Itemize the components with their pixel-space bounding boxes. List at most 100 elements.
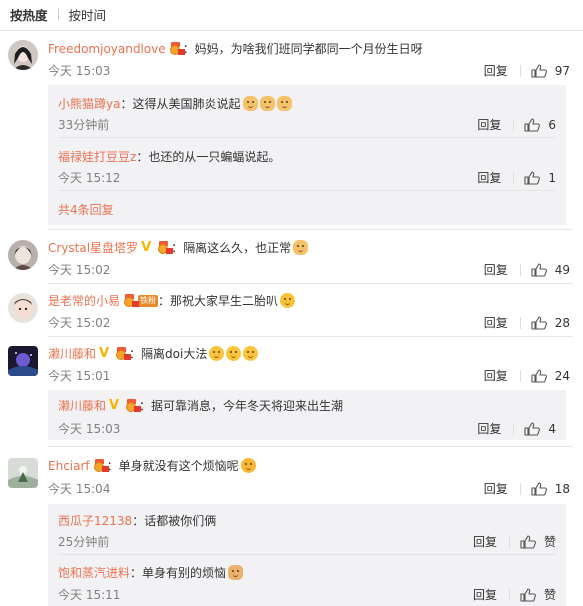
- doge-emoji-icon: [293, 240, 309, 255]
- comment-actions: 回复 97: [484, 62, 570, 79]
- reply-list: 西瓜子12138 ： 话都被你们俩 25分钟前 回复 赞 饱和蒸汽进料 ： 单身…: [48, 504, 566, 606]
- action-divider: [519, 316, 521, 329]
- comment-text: 单身就没有这个烦恼呢: [118, 459, 239, 473]
- avatar[interactable]: [8, 346, 38, 376]
- avatar-image: [8, 346, 38, 376]
- comment-author[interactable]: Ehciarf: [48, 459, 90, 473]
- reply-button[interactable]: 回复: [484, 261, 508, 278]
- reply-actions: 回复 赞: [473, 533, 556, 550]
- comment-line: Ehciarf ： 单身就没有这个烦恼呢: [48, 457, 256, 474]
- avatar[interactable]: [8, 240, 38, 270]
- comment-line: Crystal星盘塔罗 V ： 隔离这么久，也正常: [48, 239, 309, 256]
- fan-badge: 铁粉: [138, 294, 159, 307]
- like-label[interactable]: 赞: [544, 586, 556, 603]
- comment-author[interactable]: 濑川藤和: [48, 345, 96, 362]
- verified-v-icon: V: [109, 397, 120, 413]
- action-divider: [519, 263, 521, 276]
- like-count: 24: [554, 368, 570, 383]
- action-divider: [519, 369, 521, 382]
- avatar-image: [8, 458, 38, 488]
- medal-icon: [124, 399, 142, 412]
- reply-button[interactable]: 回复: [477, 420, 501, 437]
- comment-author[interactable]: Crystal星盘塔罗: [48, 239, 138, 256]
- medal-icon: [114, 347, 132, 360]
- reply-button[interactable]: 回复: [473, 586, 497, 603]
- reply-author[interactable]: 饱和蒸汽进料: [58, 564, 130, 581]
- comment-time: 今天 15:02: [48, 316, 111, 330]
- reply-text: 这得从美国肺炎说起: [132, 97, 241, 111]
- comment-actions: 回复 49: [484, 261, 570, 278]
- comment-line: Freedomjoyandlove ： 妈妈，为啥我们班同学都同一个月份生日呀: [48, 40, 423, 57]
- reply-author[interactable]: 小熊猫蹲ya: [58, 95, 120, 112]
- reply-button[interactable]: 回复: [484, 314, 508, 331]
- reply-text: 话都被你们俩: [144, 514, 217, 528]
- action-divider: [508, 588, 510, 601]
- reply-line: 福禄娃打豆豆z ： 也还的从一只蝙蝠说起。: [58, 148, 280, 165]
- like-count: 18: [554, 481, 570, 496]
- comment-author[interactable]: Freedomjoyandlove: [48, 42, 166, 56]
- avatar[interactable]: [8, 458, 38, 488]
- comment-item: Freedomjoyandlove ： 妈妈，为啥我们班同学都同一个月份生日呀 …: [0, 30, 583, 232]
- action-divider: [513, 422, 515, 435]
- like-icon[interactable]: [531, 64, 547, 78]
- like-icon[interactable]: [524, 118, 540, 132]
- reply-author[interactable]: 西瓜子12138: [58, 512, 132, 529]
- reply-button[interactable]: 回复: [477, 116, 501, 133]
- doge-emoji-icon: [276, 96, 292, 111]
- like-icon[interactable]: [524, 171, 540, 185]
- comment-actions: 回复 28: [484, 314, 570, 331]
- reply-button[interactable]: 回复: [473, 533, 497, 550]
- colon: ：: [132, 514, 145, 528]
- reply-actions: 回复 赞: [473, 586, 556, 603]
- reply-button[interactable]: 回复: [484, 62, 508, 79]
- more-replies-link[interactable]: 共4条回复: [58, 201, 114, 218]
- tab-time[interactable]: 按时间: [69, 5, 107, 24]
- like-icon[interactable]: [531, 263, 547, 277]
- reply-button[interactable]: 回复: [484, 367, 508, 384]
- comment-item: 濑川藤和 V ： 隔离doi大法 今天 15:01 回复 24 濑川藤和 V ：…: [0, 336, 583, 446]
- like-icon[interactable]: [531, 369, 547, 383]
- smirk-emoji-icon: [226, 346, 242, 361]
- verified-v-icon: V: [141, 239, 152, 255]
- like-icon[interactable]: [520, 588, 536, 602]
- comment-item: Crystal星盘塔罗 V ： 隔离这么久，也正常 今天 15:02 回复 49: [0, 230, 583, 284]
- like-icon[interactable]: [531, 482, 547, 496]
- reply-author[interactable]: 福禄娃打豆豆z: [58, 148, 136, 165]
- tab-divider: [57, 8, 59, 20]
- like-icon[interactable]: [531, 316, 547, 330]
- reply-time: 今天 15:11: [58, 588, 121, 602]
- reply-button[interactable]: 回复: [484, 480, 508, 497]
- reply-text: 单身有别的烦恼: [142, 566, 227, 580]
- reply-actions: 回复 1: [477, 169, 556, 186]
- reply-author[interactable]: 濑川藤和: [58, 397, 106, 414]
- like-label[interactable]: 赞: [544, 533, 556, 550]
- comment-item: Ehciarf ： 单身就没有这个烦恼呢 今天 15:04 回复 18 西瓜子1…: [0, 446, 583, 606]
- comment-time: 今天 15:01: [48, 369, 111, 383]
- like-count: 4: [548, 421, 556, 436]
- medal-icon: [122, 294, 140, 307]
- reply-time: 33分钟前: [58, 118, 110, 132]
- avatar[interactable]: [8, 293, 38, 323]
- reply-button[interactable]: 回复: [477, 169, 501, 186]
- reply-time: 25分钟前: [58, 535, 110, 549]
- like-icon[interactable]: [524, 422, 540, 436]
- action-divider: [519, 482, 521, 495]
- yum-emoji-icon: [280, 293, 296, 308]
- comment-author[interactable]: 是老常的小易: [48, 292, 120, 309]
- cat-emoji-icon: [228, 565, 244, 580]
- reply-list: 濑川藤和 V ： 据可靠消息，今年冬天将迎来出生潮 今天 15:03 回复 4: [48, 390, 566, 440]
- smirk-emoji-icon: [209, 346, 225, 361]
- colon: ：: [136, 150, 149, 164]
- like-count: 49: [554, 262, 570, 277]
- reply-divider: [58, 190, 556, 191]
- avatar-image: [8, 293, 38, 323]
- medal-icon: [92, 459, 109, 472]
- comment-text: 隔离doi大法: [141, 347, 208, 361]
- comment-text: 妈妈，为啥我们班同学都同一个月份生日呀: [194, 42, 423, 56]
- like-icon[interactable]: [520, 535, 536, 549]
- reply-time: 今天 15:12: [58, 171, 121, 185]
- reply-actions: 回复 4: [477, 420, 556, 437]
- tab-hot[interactable]: 按热度: [10, 5, 48, 24]
- avatar[interactable]: [8, 40, 38, 70]
- comment-item: 是老常的小易 铁粉 ： 那祝大家早生二胎叭 今天 15:02 回复 28: [0, 283, 583, 337]
